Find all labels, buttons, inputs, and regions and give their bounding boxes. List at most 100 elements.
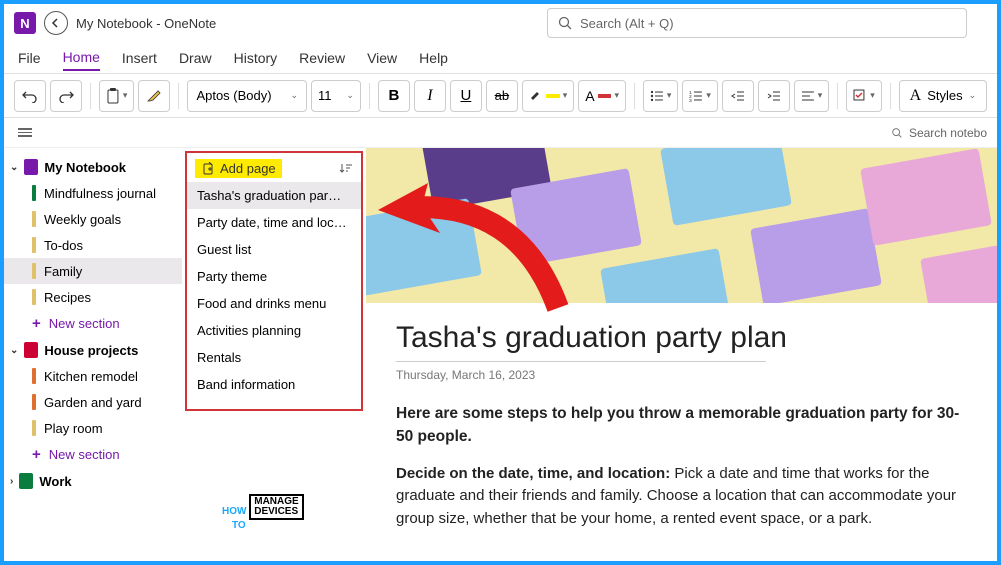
watermark: HOW MANAGEDEVICES TO xyxy=(222,494,304,531)
separator xyxy=(178,83,179,109)
highlight-button[interactable]: ▾ xyxy=(522,80,574,112)
add-page-button[interactable]: Add page xyxy=(195,159,282,178)
menu-help[interactable]: Help xyxy=(419,46,448,70)
chevron-icon: › xyxy=(10,476,13,487)
page-item[interactable]: Activities planning xyxy=(187,317,361,344)
numbering-button[interactable]: 123▾ xyxy=(682,80,717,112)
chevron-icon: ⌄ xyxy=(10,162,18,173)
outdent-button[interactable] xyxy=(722,80,754,112)
page-title[interactable]: Tasha's graduation party plan xyxy=(396,321,967,355)
page-item[interactable]: Tasha's graduation par… xyxy=(187,182,361,209)
font-size-select[interactable]: 11⌄ xyxy=(311,80,361,112)
paste-button[interactable]: ▾ xyxy=(99,80,134,112)
notebook-icon xyxy=(24,342,38,358)
body-paragraph[interactable]: Decide on the date, time, and location: … xyxy=(396,463,967,531)
chevron-icon: ⌄ xyxy=(10,345,18,356)
section-name: Weekly goals xyxy=(44,212,121,227)
page-item[interactable]: Party theme xyxy=(187,263,361,290)
page-item[interactable]: Party date, time and locat… xyxy=(187,209,361,236)
menu-view[interactable]: View xyxy=(367,46,397,70)
checkbox-star-icon xyxy=(853,89,867,103)
section-name: Family xyxy=(44,264,82,279)
new-section-button[interactable]: +New section xyxy=(4,310,182,337)
section-color-bar xyxy=(32,263,36,279)
section-name: Kitchen remodel xyxy=(44,369,138,384)
menu-file[interactable]: File xyxy=(18,46,41,70)
font-color-button[interactable]: A▾ xyxy=(578,80,626,112)
redo-icon xyxy=(58,89,74,103)
bold-button[interactable]: B xyxy=(378,80,410,112)
section-item[interactable]: Recipes xyxy=(4,284,182,310)
notebook-header[interactable]: ⌄ My Notebook xyxy=(4,154,182,180)
page-item[interactable]: Guest list xyxy=(187,236,361,263)
plus-icon: + xyxy=(32,315,41,332)
notebook-name: House projects xyxy=(44,343,138,358)
page-item[interactable]: Rentals xyxy=(187,344,361,371)
page-body[interactable]: Tasha's graduation party plan Thursday, … xyxy=(366,303,997,561)
tags-button[interactable]: ▾ xyxy=(846,80,881,112)
section-item[interactable]: Garden and yard xyxy=(4,389,182,415)
styles-button[interactable]: AStyles⌄ xyxy=(899,80,987,112)
undo-button[interactable] xyxy=(14,80,46,112)
page-date: Thursday, March 16, 2023 xyxy=(396,361,766,382)
strikethrough-button[interactable]: ab xyxy=(486,80,518,112)
menubar: File Home Insert Draw History Review Vie… xyxy=(4,42,997,74)
menu-history[interactable]: History xyxy=(234,46,278,70)
indent-button[interactable] xyxy=(758,80,790,112)
notebook-header[interactable]: ⌄ House projects xyxy=(4,337,182,363)
section-item[interactable]: Play room xyxy=(4,415,182,441)
main-layout: ⌄ My Notebook Mindfulness journal Weekly go… xyxy=(4,148,997,561)
strike-icon: ab xyxy=(495,88,509,103)
align-button[interactable]: ▾ xyxy=(794,80,829,112)
section-color-bar xyxy=(32,394,36,410)
search-placeholder: Search (Alt + Q) xyxy=(580,16,674,31)
notebook-header[interactable]: › Work xyxy=(4,468,182,494)
styles-label: Styles xyxy=(927,88,962,103)
search-box[interactable]: Search (Alt + Q) xyxy=(547,8,967,38)
section-color-bar xyxy=(32,289,36,305)
styles-icon: A xyxy=(910,87,922,105)
onenote-app-icon xyxy=(14,12,36,34)
italic-button[interactable]: I xyxy=(414,80,446,112)
search-notebook-box[interactable]: Search notebo xyxy=(891,126,987,140)
intro-paragraph[interactable]: Here are some steps to help you throw a … xyxy=(396,402,967,449)
section-color-bar xyxy=(32,420,36,436)
section-item[interactable]: Kitchen remodel xyxy=(4,363,182,389)
menu-draw[interactable]: Draw xyxy=(179,46,212,70)
new-section-button[interactable]: +New section xyxy=(4,441,182,468)
redo-button[interactable] xyxy=(50,80,82,112)
format-painter-button[interactable] xyxy=(138,80,170,112)
back-button[interactable] xyxy=(44,11,68,35)
plus-icon: + xyxy=(32,446,41,463)
content-area: Tasha's graduation party plan Thursday, … xyxy=(366,148,997,561)
menu-review[interactable]: Review xyxy=(299,46,345,70)
notebook-name: Work xyxy=(39,474,71,489)
sort-icon[interactable] xyxy=(339,162,353,176)
numbering-icon: 123 xyxy=(689,90,703,102)
bullets-button[interactable]: ▾ xyxy=(643,80,678,112)
hamburger-button[interactable] xyxy=(14,122,36,143)
section-name: Play room xyxy=(44,421,103,436)
section-color-bar xyxy=(32,211,36,227)
separator xyxy=(890,83,891,109)
page-item[interactable]: Food and drinks menu xyxy=(187,290,361,317)
font-size-label: 11 xyxy=(318,88,332,103)
outdent-icon xyxy=(731,90,745,102)
menu-insert[interactable]: Insert xyxy=(122,46,157,70)
svg-text:3: 3 xyxy=(689,97,692,101)
menu-home[interactable]: Home xyxy=(63,45,100,71)
section-item[interactable]: Weekly goals xyxy=(4,206,182,232)
section-item[interactable]: Family xyxy=(4,258,182,284)
titlebar: My Notebook - OneNote Search (Alt + Q) xyxy=(4,4,997,42)
para-label: Decide on the date, time, and location: xyxy=(396,465,670,482)
font-color-icon: A xyxy=(585,88,594,104)
subheader: Search notebo xyxy=(4,118,997,148)
font-name-select[interactable]: Aptos (Body)⌄ xyxy=(187,80,307,112)
page-item[interactable]: Band information xyxy=(187,371,361,398)
underline-button[interactable]: U xyxy=(450,80,482,112)
highlighter-icon xyxy=(529,90,543,102)
section-item[interactable]: To-dos xyxy=(4,232,182,258)
clipboard-icon xyxy=(106,88,120,104)
section-item[interactable]: Mindfulness journal xyxy=(4,180,182,206)
notebook-name: My Notebook xyxy=(44,160,126,175)
